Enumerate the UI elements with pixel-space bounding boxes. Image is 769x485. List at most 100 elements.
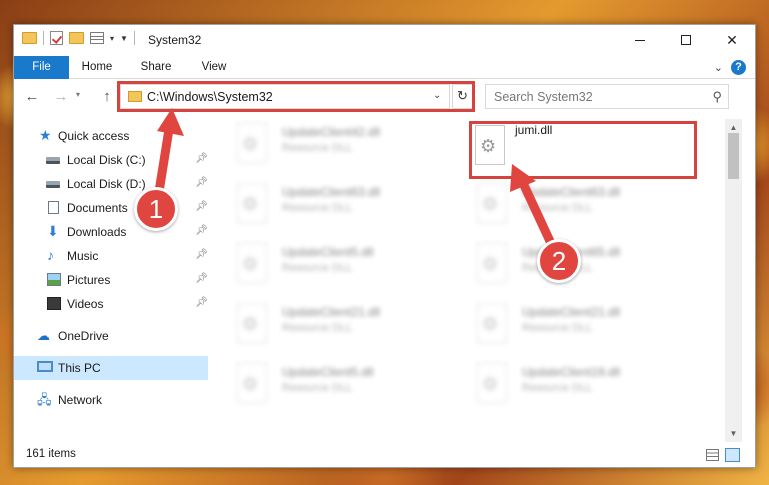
download-icon: ⬇ bbox=[47, 223, 59, 239]
file-name: UpdateClient5.dll bbox=[282, 245, 374, 259]
recent-locations-icon[interactable]: ▾ bbox=[76, 90, 80, 99]
close-button[interactable]: ✕ bbox=[709, 25, 755, 55]
minimize-icon bbox=[635, 39, 645, 41]
sidebar-item-this-pc[interactable]: This PC bbox=[14, 356, 208, 380]
chevron-down-icon[interactable]: ▾ bbox=[110, 34, 114, 43]
help-icon[interactable]: ? bbox=[731, 60, 746, 75]
pin-icon[interactable]: 📌︎ bbox=[195, 177, 208, 188]
music-icon: ♪ bbox=[47, 247, 54, 263]
sidebar-item-videos[interactable]: Videos 📌︎ bbox=[14, 292, 208, 316]
step-2-badge: 2 bbox=[537, 239, 581, 283]
sidebar-item-downloads[interactable]: ⬇ Downloads 📌︎ bbox=[14, 220, 208, 244]
customize-toolbar-icon[interactable]: ▼ bbox=[120, 34, 128, 43]
file-item[interactable]: ⚙ UpdateClient5.dll Resource DLL bbox=[210, 241, 440, 291]
tab-home[interactable]: Home bbox=[77, 56, 117, 79]
sidebar-item-music[interactable]: ♪ Music 📌︎ bbox=[14, 244, 208, 268]
navigation-bar: ← → ▾ ↑ C:\Windows\System32 ⌄ ↻ Search S… bbox=[14, 80, 755, 115]
tab-share[interactable]: Share bbox=[134, 56, 178, 79]
dll-file-icon: ⚙ bbox=[237, 243, 267, 283]
file-name: UpdateClient42.dll bbox=[282, 125, 381, 139]
step-1-badge: 1 bbox=[134, 187, 178, 231]
sidebar-item-label: Downloads bbox=[67, 225, 127, 239]
file-highlight-box bbox=[469, 121, 697, 179]
file-type: Resource DLL bbox=[522, 202, 593, 214]
vertical-scrollbar[interactable]: ▲ ▼ bbox=[725, 119, 742, 442]
sidebar-item-label: Network bbox=[58, 393, 103, 407]
file-explorer-window: ▾ ▼ System32 ✕ File Home Share View ⌄ ? … bbox=[13, 24, 756, 468]
sidebar-item-pictures[interactable]: Pictures 📌︎ bbox=[14, 268, 208, 292]
file-item[interactable]: ⚙ UpdateClient42.dll Resource DLL bbox=[210, 121, 440, 171]
forward-button[interactable]: → bbox=[51, 87, 71, 107]
back-button[interactable]: ← bbox=[22, 87, 42, 107]
sidebar-item-label: Quick access bbox=[58, 129, 130, 143]
pictures-icon bbox=[47, 273, 61, 286]
drive-icon bbox=[46, 181, 60, 188]
file-item[interactable]: ⚙ UpdateClient63.dll Resource DLL bbox=[450, 181, 680, 231]
sidebar-item-onedrive[interactable]: ☁ OneDrive bbox=[14, 324, 208, 348]
file-name: UpdateClient21.dll bbox=[522, 305, 621, 319]
videos-icon bbox=[47, 297, 61, 310]
file-item[interactable]: ⚙ UpdateClient63.dll Resource DLL bbox=[210, 181, 440, 231]
properties-icon[interactable] bbox=[90, 32, 104, 44]
file-item[interactable]: ⚙ UpdateClient5.dll Resource DLL bbox=[210, 361, 440, 411]
drive-icon bbox=[46, 157, 60, 164]
search-input[interactable]: Search System32 ⚲ bbox=[485, 84, 729, 109]
search-icon[interactable]: ⚲ bbox=[712, 89, 722, 105]
file-item[interactable]: ⚙ UpdateClient21.dll Resource DLL bbox=[210, 301, 440, 351]
sidebar-item-quick-access[interactable]: ★ Quick access bbox=[14, 124, 208, 148]
file-name: UpdateClient63.dll bbox=[522, 185, 621, 199]
sidebar-item-network[interactable]: 🖧︎ Network bbox=[14, 388, 208, 412]
address-highlight-box bbox=[117, 81, 475, 112]
sidebar-item-local-disk-d[interactable]: Local Disk (D:) 📌︎ bbox=[14, 172, 208, 196]
dll-file-icon: ⚙ bbox=[237, 183, 267, 223]
gear-icon: ⚙ bbox=[242, 374, 259, 394]
pin-icon[interactable]: 📌︎ bbox=[195, 297, 208, 308]
scroll-thumb[interactable] bbox=[728, 133, 739, 179]
file-type: Resource DLL bbox=[282, 142, 353, 154]
pin-icon[interactable]: 📌︎ bbox=[195, 273, 208, 284]
pin-icon[interactable]: 📌︎ bbox=[195, 153, 208, 164]
status-bar: 161 items bbox=[14, 443, 755, 467]
folder-icon[interactable] bbox=[22, 32, 37, 44]
star-icon: ★ bbox=[39, 127, 52, 143]
expand-ribbon-icon[interactable]: ⌄ bbox=[714, 61, 723, 74]
file-item[interactable]: ⚙ UpdateClient19.dll Resource DLL bbox=[450, 361, 680, 411]
pin-icon[interactable]: 📌︎ bbox=[195, 225, 208, 236]
sidebar-item-local-disk-c[interactable]: Local Disk (C:) 📌︎ bbox=[14, 148, 208, 172]
dll-file-icon: ⚙ bbox=[237, 363, 267, 403]
pin-icon[interactable]: 📌︎ bbox=[195, 201, 208, 212]
details-view-icon[interactable] bbox=[706, 449, 719, 461]
pin-icon[interactable]: 📌︎ bbox=[195, 249, 208, 260]
network-icon: 🖧︎ bbox=[37, 392, 52, 407]
tab-file[interactable]: File bbox=[14, 56, 69, 79]
maximize-button[interactable] bbox=[663, 25, 709, 55]
gear-icon: ⚙ bbox=[482, 314, 499, 334]
sidebar-item-label: Local Disk (C:) bbox=[67, 153, 146, 167]
scroll-down-icon[interactable]: ▼ bbox=[725, 425, 742, 442]
sidebar-item-label: Pictures bbox=[67, 273, 111, 287]
sidebar-item-label: Videos bbox=[67, 297, 104, 311]
up-button[interactable]: ↑ bbox=[97, 87, 117, 107]
toolbar-divider bbox=[133, 31, 135, 45]
minimize-button[interactable] bbox=[617, 25, 663, 55]
close-icon: ✕ bbox=[726, 31, 738, 48]
checkmark-icon[interactable] bbox=[50, 31, 63, 45]
sidebar-item-label: Music bbox=[67, 249, 99, 263]
cloud-icon: ☁ bbox=[37, 328, 50, 343]
file-item[interactable]: ⚙ UpdateClient21.dll Resource DLL bbox=[450, 301, 680, 351]
file-type: Resource DLL bbox=[282, 322, 353, 334]
gear-icon: ⚙ bbox=[242, 194, 259, 214]
large-icons-view-icon[interactable] bbox=[725, 448, 740, 462]
tab-view[interactable]: View bbox=[194, 56, 234, 79]
dll-file-icon: ⚙ bbox=[237, 303, 267, 343]
gear-icon: ⚙ bbox=[242, 134, 259, 154]
file-name: UpdateClient21.dll bbox=[282, 305, 381, 319]
ribbon-tabs: File Home Share View ⌄ ? bbox=[14, 56, 755, 79]
dll-file-icon: ⚙ bbox=[477, 183, 507, 223]
computer-icon bbox=[37, 361, 53, 372]
sidebar-item-documents[interactable]: Documents 📌︎ bbox=[14, 196, 208, 220]
new-folder-icon[interactable] bbox=[69, 32, 84, 44]
gear-icon: ⚙ bbox=[482, 374, 499, 394]
dll-file-icon: ⚙ bbox=[477, 243, 507, 283]
file-type: Resource DLL bbox=[522, 382, 593, 394]
